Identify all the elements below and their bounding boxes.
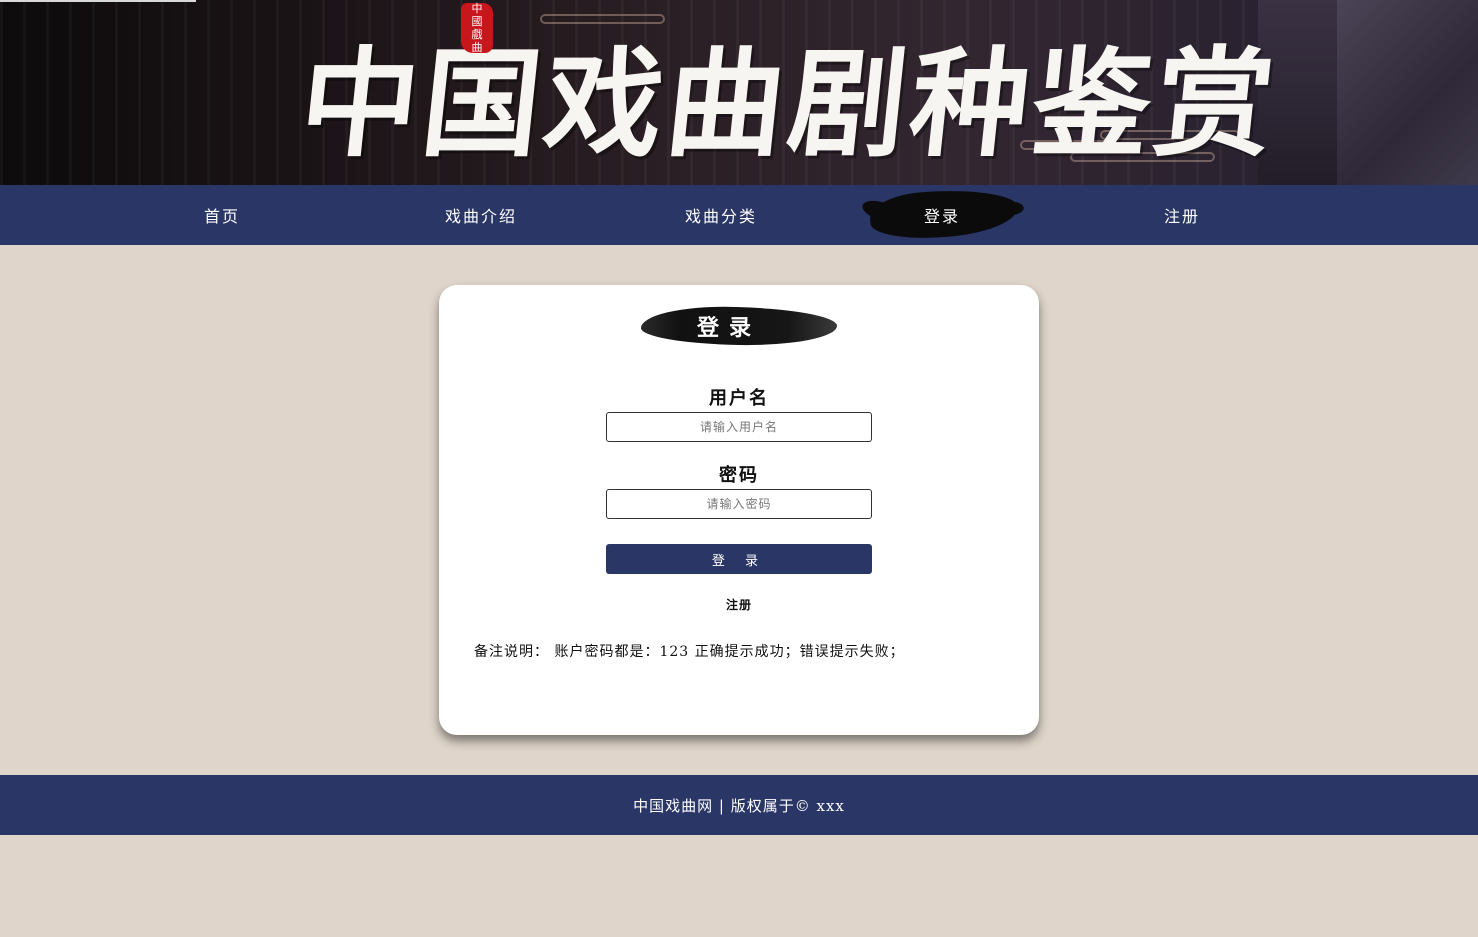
password-input[interactable] [606,489,872,519]
seal-char: 戲 [471,28,483,41]
register-link[interactable]: 注册 [439,596,1039,613]
nav-item-login[interactable]: 登录 [862,185,1022,245]
footer-text: 中国戏曲网 | 版权属于© xxx [633,796,845,815]
password-label: 密码 [719,465,759,486]
banner-side-panel [1337,0,1478,185]
nav-item-label: 首页 [203,207,240,226]
nav-item-opera-categories[interactable]: 戏曲分类 [641,185,801,245]
login-title: 登录 [696,315,761,341]
nav-item-label: 戏曲介绍 [444,207,517,226]
seal-stamp-icon: 中 國 戲 曲 [461,2,493,54]
main-nav: 首页 戏曲介绍 戏曲分类 登录 注册 [0,185,1478,245]
username-input[interactable] [606,412,872,442]
footer: 中国戏曲网 | 版权属于© xxx [0,775,1478,835]
nav-item-label: 注册 [1163,207,1200,226]
nav-item-label: 戏曲分类 [684,207,757,226]
login-card: 登录 用户名 密码 登 录 注册 备注说明： 账户密码都是：123 正确提示成功… [439,285,1039,735]
login-button[interactable]: 登 录 [606,544,872,574]
note-text: 备注说明： 账户密码都是：123 正确提示成功；错误提示失败； [474,644,905,660]
nav-item-label: 登录 [923,207,960,226]
header-banner: 中国戏曲剧种鉴赏 中 國 戲 曲 [0,0,1478,185]
banner-top-line [0,0,196,2]
username-label: 用户名 [709,388,769,409]
seal-char: 國 [471,15,483,28]
nav-item-opera-intro[interactable]: 戏曲介绍 [401,185,561,245]
login-heading: 登录 [640,305,838,347]
nav-item-register[interactable]: 注册 [1102,185,1262,245]
nav-item-home[interactable]: 首页 [142,185,302,245]
seal-char: 中 [471,2,483,15]
seal-char: 曲 [471,41,483,54]
